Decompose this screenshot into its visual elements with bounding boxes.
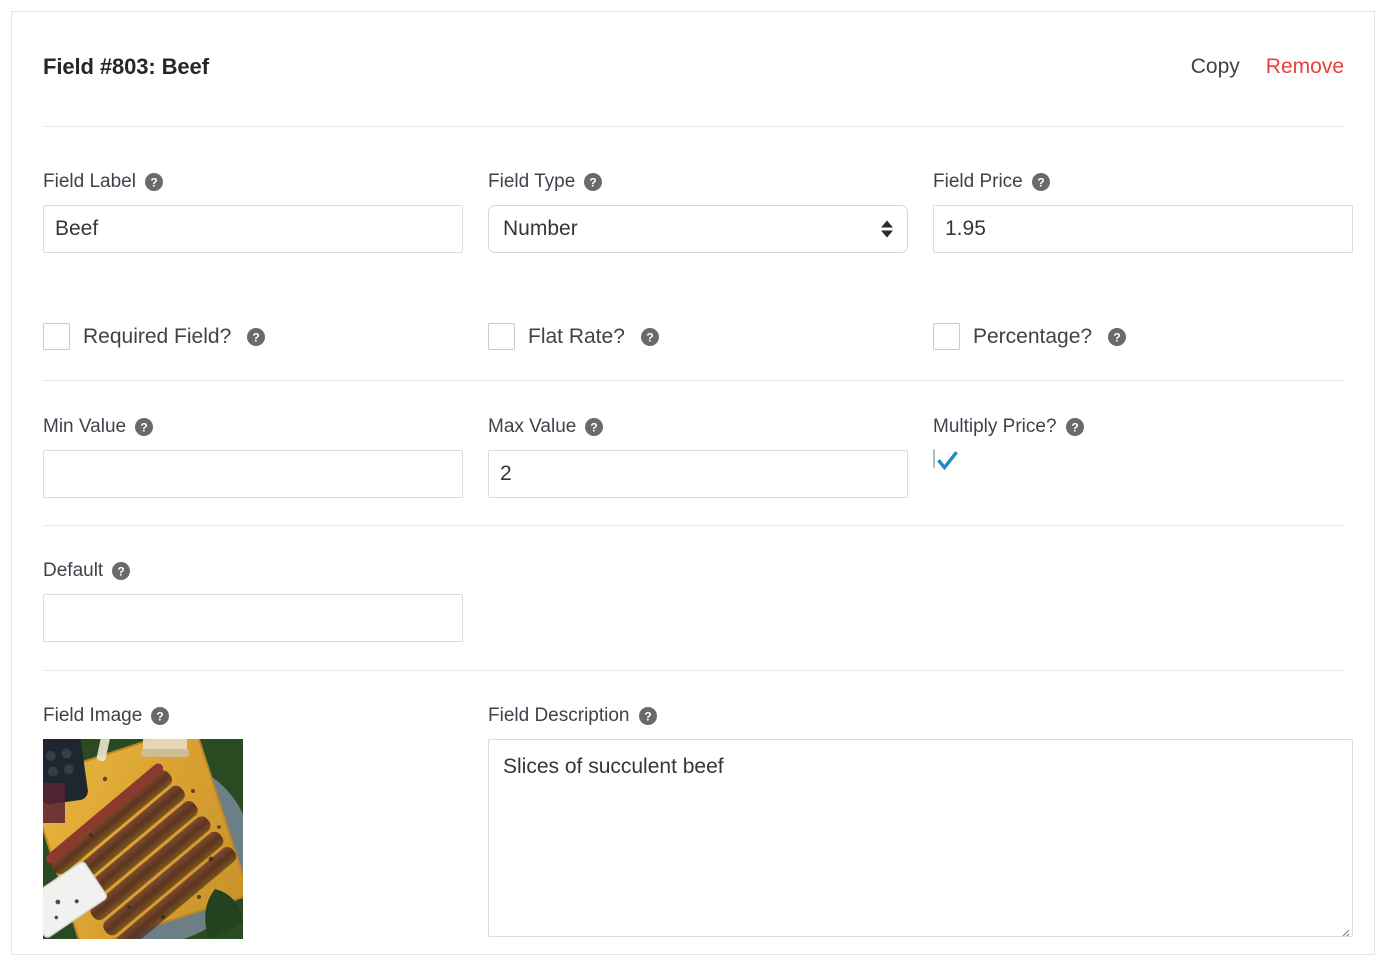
svg-text:?: ? [1037,176,1044,190]
max-value-group: Max Value ? [488,415,908,498]
multiply-price-text: Multiply Price? [933,416,1057,437]
svg-text:?: ? [591,421,598,435]
default-caption: Default ? [43,559,463,583]
help-icon[interactable]: ? [584,173,603,191]
svg-text:?: ? [157,710,164,724]
field-type-caption: Field Type ? [488,170,908,194]
field-description-group: Field Description ? Slices of succulent … [488,704,1353,937]
divider [43,126,1345,127]
field-image-caption: Field Image ? [43,704,463,728]
field-price-caption: Field Price ? [933,170,1353,194]
divider [43,670,1345,671]
remove-button[interactable]: Remove [1266,55,1344,79]
svg-text:?: ? [253,330,260,344]
max-value-input[interactable] [488,450,908,498]
svg-text:?: ? [590,176,597,190]
multiply-price-checkbox[interactable] [933,449,958,471]
field-description-text: Field Description [488,705,630,726]
header-actions: Copy Remove [1191,55,1344,79]
default-input[interactable] [43,594,463,642]
flat-rate-label: Flat Rate? [528,324,625,348]
field-type-group: Field Type ? Number [488,170,908,253]
field-description-caption: Field Description ? [488,704,1353,728]
field-image-text: Field Image [43,705,143,726]
field-label-caption: Field Label ? [43,170,463,194]
divider [43,380,1345,381]
svg-text:?: ? [644,710,651,724]
help-icon[interactable]: ? [638,707,657,725]
default-group: Default ? [43,559,463,642]
help-icon[interactable]: ? [585,418,604,436]
percentage-checkbox[interactable] [933,323,960,350]
percentage-group: Percentage? ? [933,323,1353,350]
required-field-label: Required Field? [83,324,232,348]
help-icon[interactable]: ? [247,327,266,346]
field-label-text: Field Label [43,171,136,192]
svg-text:?: ? [140,421,147,435]
card-header: Field #803: Beef Copy Remove [12,12,1374,93]
help-icon[interactable]: ? [1108,327,1127,346]
field-price-input[interactable] [933,205,1353,253]
field-type-text: Field Type [488,171,576,192]
field-image-group: Field Image ? [43,704,463,939]
percentage-label: Percentage? [973,324,1093,348]
min-value-text: Min Value [43,416,127,437]
default-text: Default [43,560,104,581]
page-title: Field #803: Beef [43,54,209,79]
multiply-price-caption: Multiply Price? ? [933,415,1353,439]
field-description-textarea[interactable]: Slices of succulent beef [488,739,1353,937]
svg-text:?: ? [150,176,157,190]
divider [43,525,1345,526]
help-icon[interactable]: ? [640,327,659,346]
required-field-checkbox[interactable] [43,323,70,350]
resize-handle-icon[interactable] [1336,920,1350,936]
flat-rate-checkbox[interactable] [488,323,515,350]
svg-text:?: ? [1113,330,1120,344]
field-type-select-value[interactable]: Number [488,205,908,253]
flat-rate-group: Flat Rate? ? [488,323,908,350]
field-editor-card: Field #803: Beef Copy Remove Field Label… [11,11,1375,955]
svg-text:?: ? [118,565,125,579]
copy-button[interactable]: Copy [1191,55,1240,79]
svg-text:?: ? [646,330,653,344]
help-icon[interactable]: ? [1031,173,1050,191]
field-label-group: Field Label ? [43,170,463,253]
help-icon[interactable]: ? [135,418,154,436]
min-value-caption: Min Value ? [43,415,463,439]
min-value-group: Min Value ? [43,415,463,498]
help-icon[interactable]: ? [112,562,131,580]
max-value-caption: Max Value ? [488,415,908,439]
help-icon[interactable]: ? [144,173,163,191]
multiply-price-group: Multiply Price? ? [933,415,1353,471]
help-icon[interactable]: ? [1065,418,1084,436]
field-type-select[interactable]: Number [488,205,908,253]
min-value-input[interactable] [43,450,463,498]
field-label-input[interactable] [43,205,463,253]
help-icon[interactable]: ? [151,707,170,725]
svg-text:?: ? [1071,421,1078,435]
max-value-text: Max Value [488,416,577,437]
field-price-group: Field Price ? [933,170,1353,253]
field-image-thumbnail[interactable] [43,739,243,939]
field-description-value: Slices of succulent beef [503,755,724,778]
required-field-group: Required Field? ? [43,323,463,350]
field-price-text: Field Price [933,171,1023,192]
